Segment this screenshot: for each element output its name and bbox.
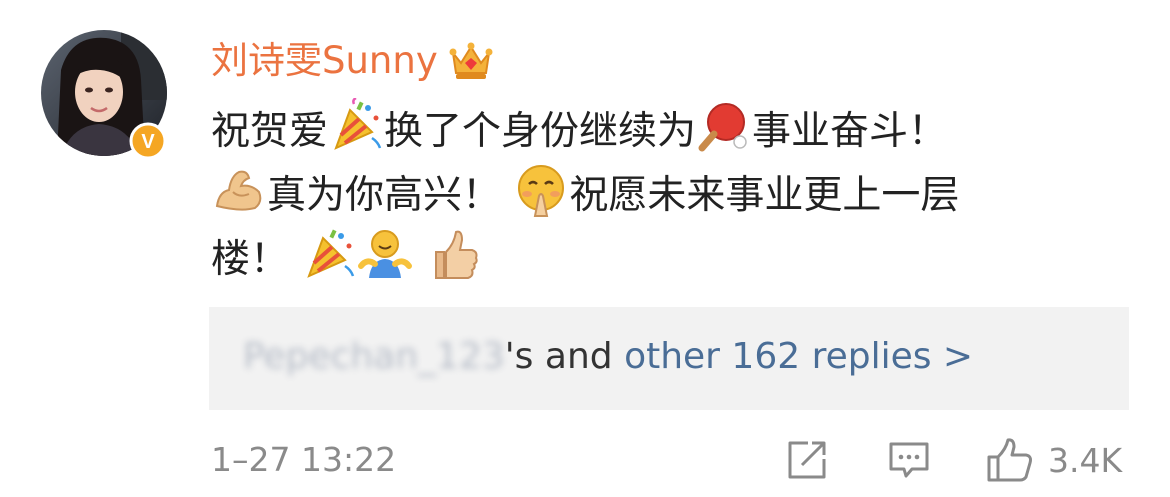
username-row: 刘诗雯Sunny <box>211 36 494 86</box>
comment-text-segment: 换了个身份继续为 <box>384 109 697 154</box>
like-button[interactable]: 3.4K <box>986 436 1122 484</box>
replies-summary[interactable]: Pepechan_123's and other 162 replies > <box>243 332 973 382</box>
ping-pong-icon <box>696 98 752 154</box>
comment-text-segment: 祝愿未来事业更上一层 <box>569 173 960 218</box>
comment-text-segment: 真为你高兴！ <box>267 173 502 218</box>
comment-button[interactable] <box>888 436 930 484</box>
comment-text-segment: 事业奋斗！ <box>752 109 948 154</box>
party-popper-icon <box>301 226 357 282</box>
svg-text:V: V <box>141 131 155 153</box>
username[interactable]: 刘诗雯Sunny <box>211 36 438 86</box>
thumbs-up-emoji-icon <box>426 226 482 282</box>
avatar[interactable]: V <box>41 30 167 160</box>
replies-connector-text: 's and <box>504 336 625 377</box>
flexed-biceps-icon <box>211 162 267 218</box>
praying-face-icon <box>513 162 569 218</box>
comment-line-3: 楼！ <box>211 226 1111 290</box>
comment-text: 祝贺爱 换了个身份继续为 事业奋斗！ 真为你高兴！ 祝愿未来事业更上一层 楼！ <box>211 96 1111 290</box>
reply-username-blurred[interactable]: Pepechan_123 <box>243 336 505 377</box>
timestamp: 1–27 13:22 <box>211 440 397 479</box>
vip-crown-icon[interactable] <box>448 39 494 83</box>
comment-line-2: 真为你高兴！ 祝愿未来事业更上一层 <box>211 162 1111 226</box>
like-count: 3.4K <box>1048 440 1123 480</box>
other-replies-link[interactable]: other 162 replies > <box>624 336 973 377</box>
replies-preview[interactable]: Pepechan_123's and other 162 replies > <box>209 307 1129 410</box>
hug-person-icon <box>357 226 413 282</box>
repost-button[interactable] <box>786 436 828 484</box>
comment-text-segment: 楼！ <box>211 237 290 282</box>
comment-line-1: 祝贺爱 换了个身份继续为 事业奋斗！ <box>211 96 1111 162</box>
like-icon <box>987 438 1032 482</box>
comment-icon <box>889 442 929 478</box>
repost-icon <box>788 441 826 479</box>
comment-text-segment: 祝贺爱 <box>211 109 329 154</box>
verified-badge-icon: V <box>129 122 167 160</box>
party-popper-icon <box>328 96 384 154</box>
